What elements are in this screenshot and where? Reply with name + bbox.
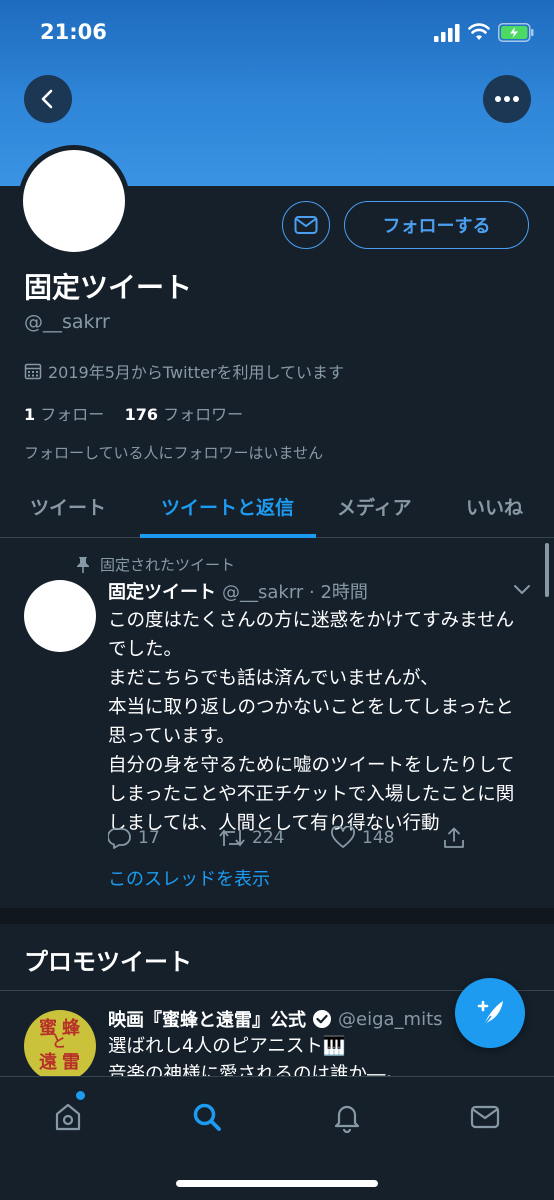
home-indicator[interactable] (176, 1180, 378, 1187)
mail-icon (294, 216, 318, 234)
followers-label: フォロワー (163, 405, 244, 424)
followers-count: 176 (124, 405, 158, 424)
share-icon (444, 827, 464, 848)
status-time: 21:06 (40, 20, 107, 44)
like-count: 148 (362, 828, 395, 848)
like-icon (331, 826, 355, 848)
promo-author-name[interactable]: 映画『蜜蜂と遠雷』公式 (108, 1006, 306, 1032)
nav-home[interactable] (48, 1097, 88, 1137)
follow-button[interactable]: フォローする (344, 201, 529, 249)
share-button[interactable] (442, 826, 466, 850)
following-label: フォロー (40, 405, 105, 424)
calendar-icon (24, 363, 42, 380)
promo-section-title: プロモツイート (24, 948, 192, 976)
profile-handle: @__sakrr (24, 311, 110, 333)
nav-messages[interactable] (465, 1097, 505, 1137)
signal-icon (434, 24, 460, 42)
status-bar: 21:06 (0, 0, 554, 60)
follow-counts: 1 フォロー 176 フォロワー (24, 401, 243, 425)
compose-icon (477, 1000, 503, 1026)
followers-link[interactable]: 176 フォロワー (125, 405, 244, 424)
tweet-text: この度はたくさんの方に迷惑をかけてすみませんでした。 まだこちらでも話は済んでい… (108, 606, 528, 838)
tweet-author-name[interactable]: 固定ツイート (108, 582, 216, 603)
profile-display-name: 固定ツイート (24, 271, 193, 304)
promo-avatar[interactable]: 蜜 蜂 と 遠 雷 (24, 1010, 96, 1082)
home-icon (55, 1103, 81, 1131)
retweet-button[interactable]: 224 (218, 826, 284, 850)
retweet-icon (219, 829, 245, 847)
tweet-line: 本当に取り返しのつかないことをしてしまったと思っています。 (108, 697, 514, 747)
tweet-header: 固定ツイート @__sakrr · 2時間 (108, 578, 368, 604)
reply-icon (108, 827, 131, 849)
home-notification-dot (76, 1091, 85, 1100)
following-link[interactable]: 1 フォロー (24, 405, 104, 424)
retweet-count: 224 (252, 828, 285, 848)
reply-count: 17 (138, 828, 160, 848)
section-separator (0, 908, 554, 924)
profile-avatar[interactable] (18, 145, 130, 257)
tab-media[interactable]: メディア (337, 493, 412, 520)
tweet-line: まだこちらでも話は済んでいませんが、 (108, 668, 439, 689)
promo-avatar-char: 雷 (62, 1052, 80, 1073)
tab-likes[interactable]: いいね (466, 493, 523, 520)
nav-notifications[interactable] (327, 1097, 367, 1137)
battery-icon (498, 23, 534, 42)
tweet-author-avatar[interactable] (24, 580, 96, 652)
message-button[interactable] (282, 201, 330, 249)
wifi-icon (468, 23, 490, 40)
compose-tweet-button[interactable] (455, 978, 525, 1048)
tweet-actions: 17 224 148 (108, 826, 528, 856)
promo-tweet-header: 映画『蜜蜂と遠雷』公式 @eiga_mits (108, 1006, 443, 1032)
tweet-line: この度はたくさんの方に迷惑をかけてすみませんでした。 (108, 610, 515, 660)
tab-tweets-and-replies[interactable]: ツイートと返信 (161, 493, 294, 520)
scrollbar[interactable] (545, 543, 549, 597)
joined-text: 2019年5月からTwitterを利用しています (48, 363, 345, 382)
more-button[interactable] (483, 75, 531, 123)
followed-by-text: フォローしている人にフォロワーはいません (24, 444, 324, 462)
tweet-line: 自分の身を守るために嘘のツイートをしたりしてしまったことや不正チケットで入場した… (108, 755, 515, 834)
tweet-meta: @__sakrr · 2時間 (222, 582, 368, 603)
bell-icon (334, 1105, 360, 1133)
search-icon (193, 1103, 221, 1131)
following-count: 1 (24, 405, 36, 424)
back-arrow-icon (41, 89, 53, 109)
pin-icon (77, 556, 89, 573)
promo-handle: @eiga_mits (338, 1008, 443, 1030)
tab-tweets[interactable]: ツイート (30, 493, 106, 520)
active-tab-indicator (140, 534, 316, 538)
pinned-label-row: 固定されたツイート (76, 554, 235, 575)
joined-date: 2019年5月からTwitterを利用しています (24, 359, 344, 383)
promo-avatar-char: 遠 (39, 1052, 57, 1073)
profile-tabs: ツイート ツイートと返信 メディア いいね (0, 480, 554, 538)
like-button[interactable]: 148 (330, 826, 394, 850)
pinned-label: 固定されたツイート (100, 556, 236, 574)
verified-icon (313, 1010, 331, 1028)
reply-button[interactable]: 17 (108, 826, 160, 850)
back-button[interactable] (24, 75, 72, 123)
messages-icon (470, 1105, 500, 1129)
show-thread-link[interactable]: このスレッドを表示 (108, 865, 270, 891)
nav-search[interactable] (187, 1097, 227, 1137)
more-icon (495, 96, 519, 102)
chevron-down-icon[interactable] (512, 582, 532, 596)
